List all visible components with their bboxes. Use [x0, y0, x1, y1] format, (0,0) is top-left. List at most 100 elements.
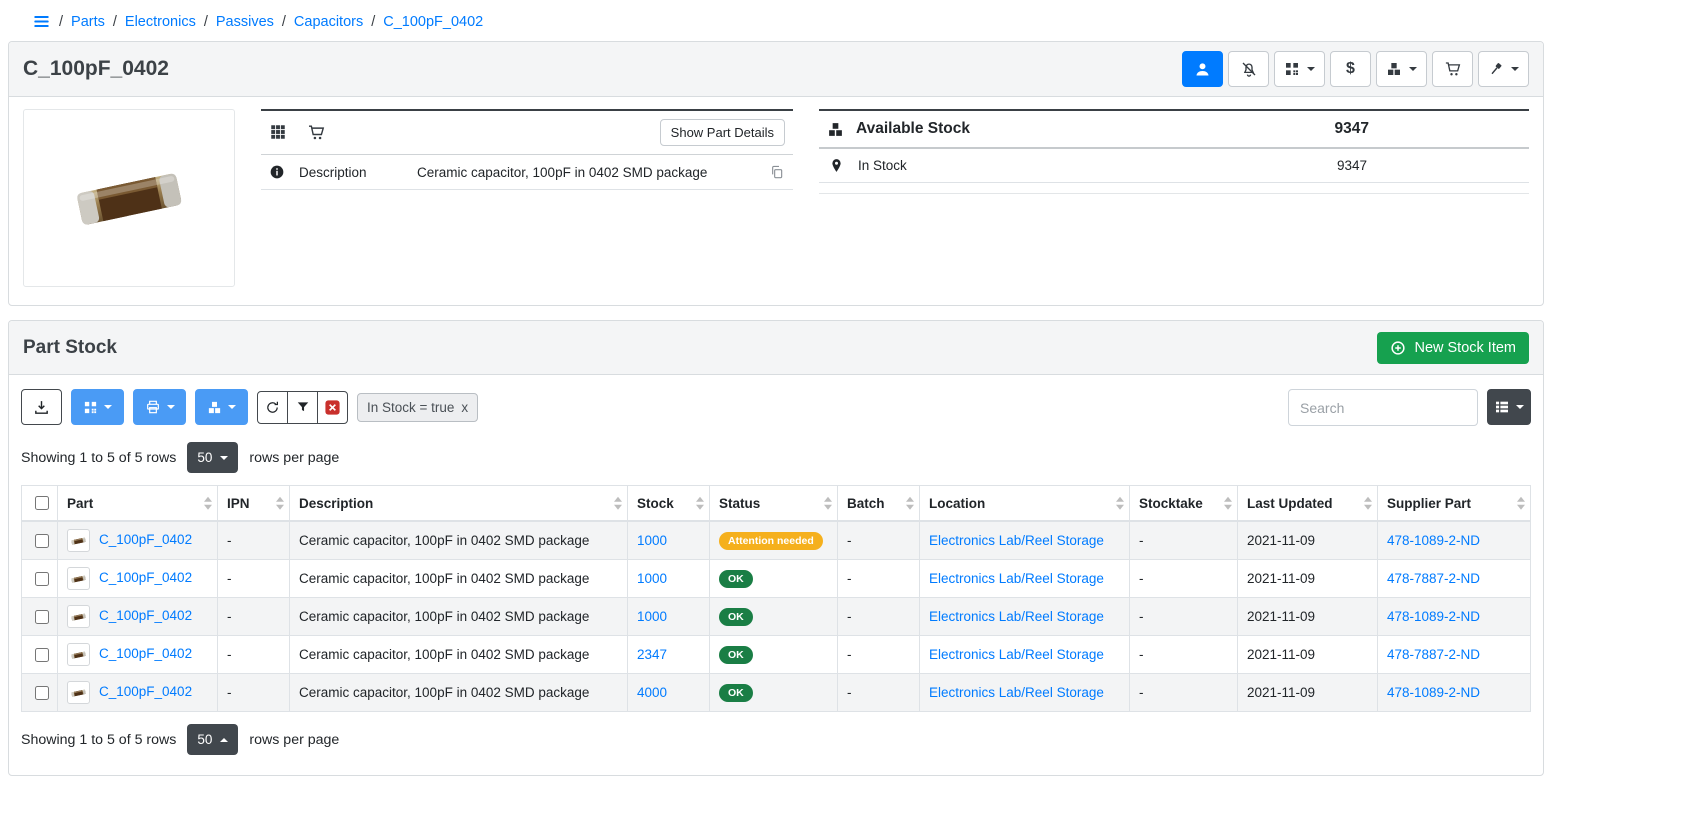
stock-cell: 1000: [628, 521, 710, 560]
supplier-part-link[interactable]: 478-1089-2-ND: [1387, 685, 1480, 700]
export-button[interactable]: [21, 389, 62, 425]
toolbar-left: In Stock = true x: [21, 389, 478, 425]
page-title: C_100pF_0402: [23, 57, 169, 81]
column-header-location[interactable]: Location: [920, 486, 1130, 522]
show-part-details-button[interactable]: Show Part Details: [660, 119, 785, 146]
row-checkbox[interactable]: [35, 610, 49, 624]
menu-button[interactable]: [32, 12, 51, 31]
stock-table-container: Part IPN Description Stock Status Batch …: [9, 485, 1543, 712]
part-link[interactable]: C_100pF_0402: [99, 532, 192, 547]
breadcrumb-separator: /: [59, 14, 63, 30]
stocktake-cell: -: [1130, 598, 1238, 636]
stock-link[interactable]: 1000: [637, 609, 667, 624]
add-filter-button[interactable]: [287, 391, 318, 424]
part-image[interactable]: [23, 109, 235, 287]
part-link[interactable]: C_100pF_0402: [99, 570, 192, 585]
column-header-part[interactable]: Part: [58, 486, 218, 522]
location-link[interactable]: Electronics Lab/Reel Storage: [929, 609, 1104, 624]
page-size-button[interactable]: 50: [187, 442, 238, 473]
location-link[interactable]: Electronics Lab/Reel Storage: [929, 647, 1104, 662]
stock-link[interactable]: 2347: [637, 647, 667, 662]
new-stock-item-button[interactable]: New Stock Item: [1377, 332, 1529, 364]
barcode-actions-button[interactable]: [1274, 51, 1325, 87]
active-filter-tag[interactable]: In Stock = true x: [357, 393, 478, 422]
ipn-cell: -: [218, 560, 290, 598]
stock-link[interactable]: 1000: [637, 571, 667, 586]
pagination-info: Showing 1 to 5 of 5 rows: [21, 732, 176, 748]
clear-filters-button[interactable]: [317, 391, 348, 424]
filter-icon: [296, 400, 310, 414]
table-row[interactable]: C_100pF_0402 - Ceramic capacitor, 100pF …: [22, 636, 1531, 674]
info-icon: [269, 164, 285, 180]
table-row[interactable]: C_100pF_0402 - Ceramic capacitor, 100pF …: [22, 598, 1531, 636]
boxes-icon: [1386, 61, 1402, 77]
status-badge: Attention needed: [719, 532, 823, 550]
subscribe-button[interactable]: [1182, 51, 1223, 87]
location-link[interactable]: Electronics Lab/Reel Storage: [929, 533, 1104, 548]
column-header-status[interactable]: Status: [710, 486, 838, 522]
part-toolbar: $: [1182, 51, 1529, 87]
sort-icon: [1116, 497, 1124, 510]
barcode-options-button[interactable]: [71, 389, 124, 425]
description-cell: Ceramic capacitor, 100pF in 0402 SMD pac…: [290, 636, 628, 674]
column-header-stocktake[interactable]: Stocktake: [1130, 486, 1238, 522]
column-header-batch[interactable]: Batch: [838, 486, 920, 522]
part-actions-button[interactable]: [1478, 51, 1529, 87]
part-link[interactable]: C_100pF_0402: [99, 684, 192, 699]
supplier-part-link[interactable]: 478-7887-2-ND: [1387, 647, 1480, 662]
location-link[interactable]: Electronics Lab/Reel Storage: [929, 571, 1104, 586]
dollar-icon: $: [1346, 61, 1355, 77]
supplier-part-link[interactable]: 478-7887-2-ND: [1387, 571, 1480, 586]
column-header-supplier-part[interactable]: Supplier Part: [1378, 486, 1531, 522]
column-header-description[interactable]: Description: [290, 486, 628, 522]
part-cell: C_100pF_0402: [58, 636, 218, 674]
status-badge: OK: [719, 570, 753, 588]
location-cell: Electronics Lab/Reel Storage: [920, 521, 1130, 560]
supplier-part-link[interactable]: 478-1089-2-ND: [1387, 609, 1480, 624]
breadcrumb-item-parts[interactable]: Parts: [71, 14, 105, 30]
select-all-header[interactable]: [22, 486, 58, 522]
refresh-icon: [265, 400, 280, 415]
print-options-button[interactable]: [133, 389, 186, 425]
column-header-stock[interactable]: Stock: [628, 486, 710, 522]
supplier-part-cell: 478-7887-2-ND: [1378, 560, 1531, 598]
stock-link[interactable]: 4000: [637, 685, 667, 700]
stock-link[interactable]: 1000: [637, 533, 667, 548]
supplier-part-link[interactable]: 478-1089-2-ND: [1387, 533, 1480, 548]
part-link[interactable]: C_100pF_0402: [99, 608, 192, 623]
breadcrumb-item-current-part[interactable]: C_100pF_0402: [383, 14, 483, 30]
column-header-last-updated[interactable]: Last Updated: [1238, 486, 1378, 522]
search-input[interactable]: [1288, 389, 1478, 426]
stocktake-cell: -: [1130, 560, 1238, 598]
location-link[interactable]: Electronics Lab/Reel Storage: [929, 685, 1104, 700]
table-row[interactable]: C_100pF_0402 - Ceramic capacitor, 100pF …: [22, 560, 1531, 598]
order-button[interactable]: [1432, 51, 1473, 87]
notifications-off-button[interactable]: [1228, 51, 1269, 87]
row-checkbox[interactable]: [35, 686, 49, 700]
filter-tag-clear[interactable]: x: [461, 400, 468, 415]
breadcrumb-item-capacitors[interactable]: Capacitors: [294, 14, 363, 30]
status-badge: OK: [719, 684, 753, 702]
pricing-button[interactable]: $: [1330, 51, 1371, 87]
select-all-checkbox[interactable]: [35, 496, 49, 510]
copy-button[interactable]: [769, 164, 785, 180]
toolbar-right: [1288, 389, 1531, 426]
page-size-button[interactable]: 50: [187, 724, 238, 755]
table-view-toggle-button[interactable]: [1487, 389, 1531, 425]
stock-actions-button[interactable]: [1376, 51, 1427, 87]
row-checkbox[interactable]: [35, 534, 49, 548]
table-row[interactable]: C_100pF_0402 - Ceramic capacitor, 100pF …: [22, 521, 1531, 560]
caret-down-icon: [1307, 67, 1315, 71]
stock-options-button[interactable]: [195, 389, 248, 425]
column-header-ipn[interactable]: IPN: [218, 486, 290, 522]
table-row[interactable]: C_100pF_0402 - Ceramic capacitor, 100pF …: [22, 674, 1531, 712]
row-checkbox[interactable]: [35, 648, 49, 662]
row-checkbox[interactable]: [35, 572, 49, 586]
breadcrumb-item-passives[interactable]: Passives: [216, 14, 274, 30]
part-link[interactable]: C_100pF_0402: [99, 646, 192, 661]
breadcrumb-item-electronics[interactable]: Electronics: [125, 14, 196, 30]
caret-down-icon: [1516, 405, 1524, 409]
user-icon: [1194, 61, 1211, 78]
reload-button[interactable]: [257, 391, 288, 424]
page: / Parts / Electronics / Passives / Capac…: [0, 0, 1552, 776]
